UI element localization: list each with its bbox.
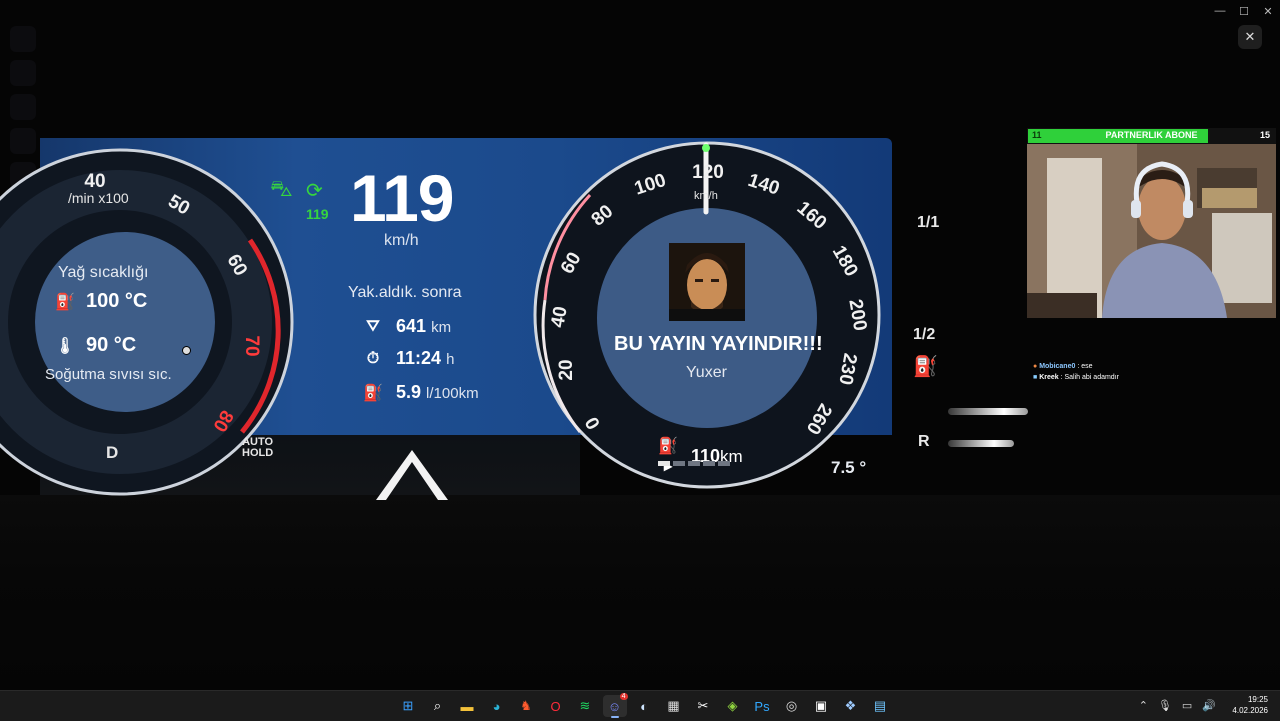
tray-chevron-icon[interactable]: ⌃ [1139,699,1148,712]
taskbar-photoshop-icon[interactable]: Ps [750,695,774,717]
trip-distance-value: 641 [396,316,427,336]
gauge-tick-label: 120 [692,162,724,183]
chat-username: Mobicane0 [1039,363,1076,370]
oil-temp-value: 100 °C [86,290,148,312]
goal-target: 15 [1259,130,1270,140]
auto-hold-label: AUTO HOLD [242,436,274,459]
notification-badge: 4 [619,693,628,700]
lane-assist-icon: ⛍ [270,176,293,201]
trip-time-value: 11:24 [396,348,442,368]
overlay-banner-text: BU YAYIN YAYINDIR!!! [614,333,823,355]
taskbar-search-icon[interactable]: ⌕ [426,695,450,717]
trip-distance-row: ⛛ 641 km [362,316,451,337]
trip-time-unit: h [446,351,455,368]
taskbar: ⊞ ⌕ ▬ ◕ ♞ O ≋ ☺ 4 ◐ ▦ ✂ ◈ Ps ◎ ▣ ❖ ▤ ⌃ 🎙 ▭ 🔊 19:25 4.02.2… [0,690,1280,721]
volume-icon[interactable]: 🔊 [1202,699,1216,712]
microphone-icon[interactable]: 🎙 [1158,699,1172,712]
taskbar-capcut-icon[interactable]: ✂ [691,695,715,717]
stopwatch-icon: ⏱ [366,349,380,367]
light-streak-bottom [948,440,1014,447]
webcam-overlay: 11 PARTNERLIK ABONE 15 [1027,128,1276,318]
chat-overlay: ● Mobicane0 : ese ■ Kreek : Salih abi ad… [1033,361,1119,383]
taskbar-file-explorer-icon[interactable]: ▬ [455,695,479,717]
auto-hold-indicator: AUTO HOLD [242,437,273,459]
coolant-temp-row: 🌡 90 °C [54,334,136,357]
taskbar-elgato-icon[interactable]: ▣ [809,695,833,717]
taskbar-calculator-icon[interactable]: ▦ [662,695,686,717]
fuel-level-bar [658,461,730,466]
trip-distance-unit: km [431,319,452,336]
coolant-temp-label: Soğutma sıvısı sıc. [45,366,172,383]
streamer-photo [669,243,745,321]
taskbar-windows-start-icon[interactable]: ⊞ [396,695,420,717]
taskbar-obs-icon[interactable]: ◎ [780,695,804,717]
mouse-cursor [182,346,191,355]
since-refuel-title: Yak.aldık. sonra [348,284,462,301]
chat-message: ■ Kreek : Salih abi adamdır [1033,374,1119,381]
fuel-gauge-icon: ⛽▸ [658,438,678,475]
subscriber-goal-bar: 11 PARTNERLIK ABONE 15 [1027,128,1276,144]
road-lane-graphic [376,450,448,500]
consumption-unit: l/100km [426,385,479,402]
consumption-value: 5.9 [396,382,422,402]
speed-unit: km/h [384,232,419,249]
taskbar-brave-icon[interactable]: ♞ [514,695,538,717]
taskbar-discord-icon[interactable]: ☺ 4 [602,693,628,718]
fuel-range-row: ⛽▸ 110km [657,436,743,476]
tacho-unit-label: /min x100 [68,190,129,206]
fuel-station-icon: ⛽ [913,356,938,378]
taskbar-opera-icon[interactable]: O [544,695,568,717]
oil-temp-title: Yağ sıcaklığı [58,264,149,281]
taskbar-apps: ⊞ ⌕ ▬ ◕ ♞ O ≋ ☺ 4 ◐ ▦ ✂ ◈ Ps ◎ ▣ ❖ ▤ [396,693,892,718]
overlay-subtext: Yuxer [686,364,727,381]
gauge-tick-label: 20 [556,359,577,380]
coolant-temp-value: 90 °C [86,334,137,356]
road-icon: ⛛ [366,317,380,335]
taskbar-xbox-app-icon[interactable]: ◈ [721,695,745,717]
gear-r-label: R [918,433,930,450]
chat-username: Kreek [1039,374,1059,381]
taskbar-clock[interactable]: 19:25 4.02.2026 [1232,694,1268,716]
trip-time-row: ⏱ 11:24 h [362,348,455,369]
light-streak-top [948,408,1028,415]
clock-date: 4.02.2026 [1232,706,1268,715]
taskbar-spotify-icon[interactable]: ≋ [573,695,597,717]
speedometer-gauge: 020406080100 120 140160180200230260 [533,141,881,489]
display-icon[interactable]: ▭ [1182,699,1192,712]
taskbar-notepad-icon[interactable]: ▤ [868,695,892,717]
cruise-set-speed: 119 [306,206,329,222]
gauge-tick-label: 40 [547,305,571,329]
oil-can-icon: ⛽ [55,293,75,311]
consumption-row: ⛽ 5.9 l/100km [362,382,479,403]
current-speed: 119 [350,161,454,235]
adaptive-cruise-icon: ⟳ [306,180,323,202]
taskbar-edge-icon[interactable]: ◕ [485,695,509,717]
taskbar-vpn-icon[interactable]: ❖ [839,695,863,717]
system-tray: ⌃ 🎙 ▭ 🔊 [1139,699,1216,712]
chat-text: : ese [1077,363,1093,370]
coolant-thermometer-icon: 🌡 [54,337,76,355]
taskbar-steam-icon[interactable]: ◐ [632,695,656,717]
clock-time: 19:25 [1247,695,1268,704]
speedo-unit-label: km/h [694,190,718,202]
gear-indicator: D [106,443,119,462]
outside-temperature: 7.5 ° [831,458,867,477]
goal-title: PARTNERLIK ABONE [1105,130,1198,140]
fuel-pump-icon: ⛽ [363,384,383,402]
oil-temp-row: ⛽ 100 °C [54,290,147,313]
page-indicator-bottom: 1/2 [913,326,936,343]
chat-text: : Salih abi adamdır [1060,374,1119,381]
chat-message: ● Mobicane0 : ese [1033,363,1093,370]
page-indicator-top: 1/1 [917,214,940,231]
